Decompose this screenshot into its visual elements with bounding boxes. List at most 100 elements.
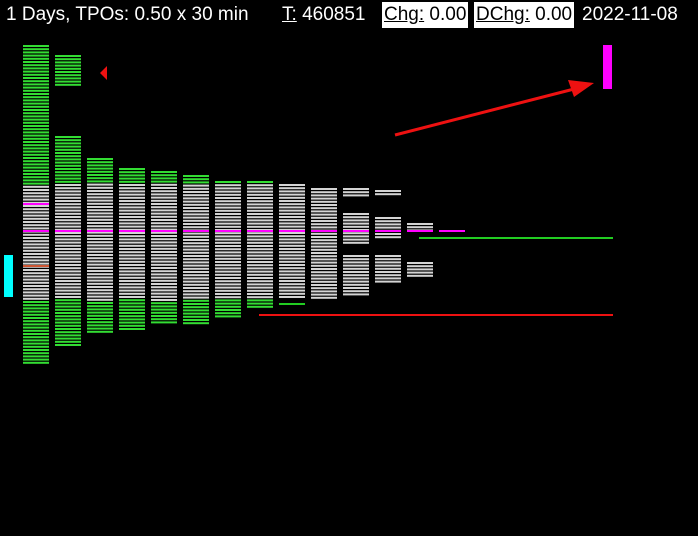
tpo-block <box>23 89 49 92</box>
tpo-block <box>183 283 209 286</box>
tpo-column-10 <box>311 188 337 299</box>
tpo-block <box>151 209 177 212</box>
tpo-block <box>55 232 81 234</box>
tpo-block <box>215 261 241 263</box>
tpo-block <box>119 328 145 330</box>
tpo-block <box>55 238 81 241</box>
tpo-block <box>279 251 305 254</box>
tpo-block <box>279 296 305 298</box>
tpo-block <box>183 200 209 203</box>
tpo-block <box>151 199 177 202</box>
tpo-block <box>55 74 81 77</box>
tpo-block <box>55 193 81 196</box>
tpo-block <box>55 296 81 298</box>
tpo-block <box>55 328 81 330</box>
tpo-block <box>215 296 241 299</box>
tpo-block <box>311 188 337 190</box>
tpo-block <box>23 160 49 163</box>
tpo-block <box>183 242 209 245</box>
tpo-block <box>55 254 81 257</box>
tpo-block <box>215 213 241 215</box>
tpo-block <box>55 283 81 286</box>
tpo-block <box>23 256 49 259</box>
tpo-block <box>87 305 113 308</box>
tpo-block <box>23 237 49 239</box>
tpo-block <box>23 54 49 57</box>
tpo-block <box>247 184 273 187</box>
tpo-block <box>55 58 81 61</box>
tpo-block <box>183 245 209 248</box>
tpo-block <box>55 187 81 190</box>
tpo-block <box>311 280 337 283</box>
tpo-block <box>119 312 145 314</box>
tpo-block <box>151 273 177 276</box>
tpo-block <box>247 200 273 203</box>
tpo-block <box>215 245 241 247</box>
tpo-block <box>87 174 113 176</box>
tpo-block <box>23 352 49 355</box>
tpo-block <box>23 99 49 102</box>
tpo-block <box>375 258 401 261</box>
tpo-block <box>215 273 241 276</box>
tpo-block <box>151 225 177 228</box>
tpo-block <box>311 223 337 226</box>
tpo-block <box>119 190 145 193</box>
tpo-block <box>119 212 145 215</box>
tpo-block <box>87 282 113 285</box>
tpo-block <box>311 277 337 280</box>
tpo-block <box>23 336 49 339</box>
tpo-block <box>247 261 273 263</box>
tpo-block <box>23 259 49 262</box>
tpo-block <box>23 157 49 159</box>
tpo-block <box>87 263 113 266</box>
tpo-block <box>23 128 49 131</box>
tpo-block <box>279 196 305 199</box>
tpo-block <box>119 174 145 177</box>
tpo-block <box>55 257 81 260</box>
tpo-block <box>119 232 145 234</box>
tpo-block <box>119 251 145 254</box>
tpo-block <box>151 260 177 263</box>
tpo-block <box>23 253 49 255</box>
tpo-block <box>247 209 273 212</box>
tpo-block <box>183 293 209 296</box>
tpo-block <box>23 291 49 294</box>
tpo-block <box>215 200 241 203</box>
tpo-block <box>23 205 49 207</box>
tpo-block <box>55 80 81 83</box>
tpo-block <box>119 292 145 295</box>
tpo-block <box>343 293 369 296</box>
tpo-block <box>311 245 337 248</box>
tpo-block <box>247 203 273 206</box>
tpo-block <box>23 342 49 345</box>
tpo-block <box>151 295 177 298</box>
tpo-block <box>23 233 49 236</box>
tpo-block <box>343 283 369 286</box>
tpo-block <box>247 238 273 241</box>
tpo-block <box>87 276 113 279</box>
tpo-block <box>55 235 81 238</box>
tpo-block <box>87 330 113 333</box>
tpo-block <box>279 273 305 276</box>
tpo-block <box>23 333 49 335</box>
tpo-block <box>87 327 113 330</box>
tpo-block <box>311 191 337 194</box>
tpo-block <box>55 155 81 158</box>
tpo-block <box>23 109 49 111</box>
tpo-column-5 <box>151 171 177 324</box>
tpo-block <box>119 235 145 238</box>
tpo-block <box>23 96 49 99</box>
tpo-block <box>247 270 273 273</box>
tpo-block <box>87 254 113 256</box>
tpo-block <box>375 280 401 283</box>
tpo-block <box>343 274 369 277</box>
tpo-block <box>23 246 49 249</box>
tpo-block <box>119 180 145 183</box>
tpo-block <box>247 280 273 283</box>
tpo-block <box>151 244 177 247</box>
tpo-block <box>55 216 81 218</box>
market-profile-canvas[interactable] <box>0 0 698 536</box>
tpo-block <box>279 241 305 244</box>
tpo-block <box>119 270 145 273</box>
tpo-block <box>23 243 49 246</box>
